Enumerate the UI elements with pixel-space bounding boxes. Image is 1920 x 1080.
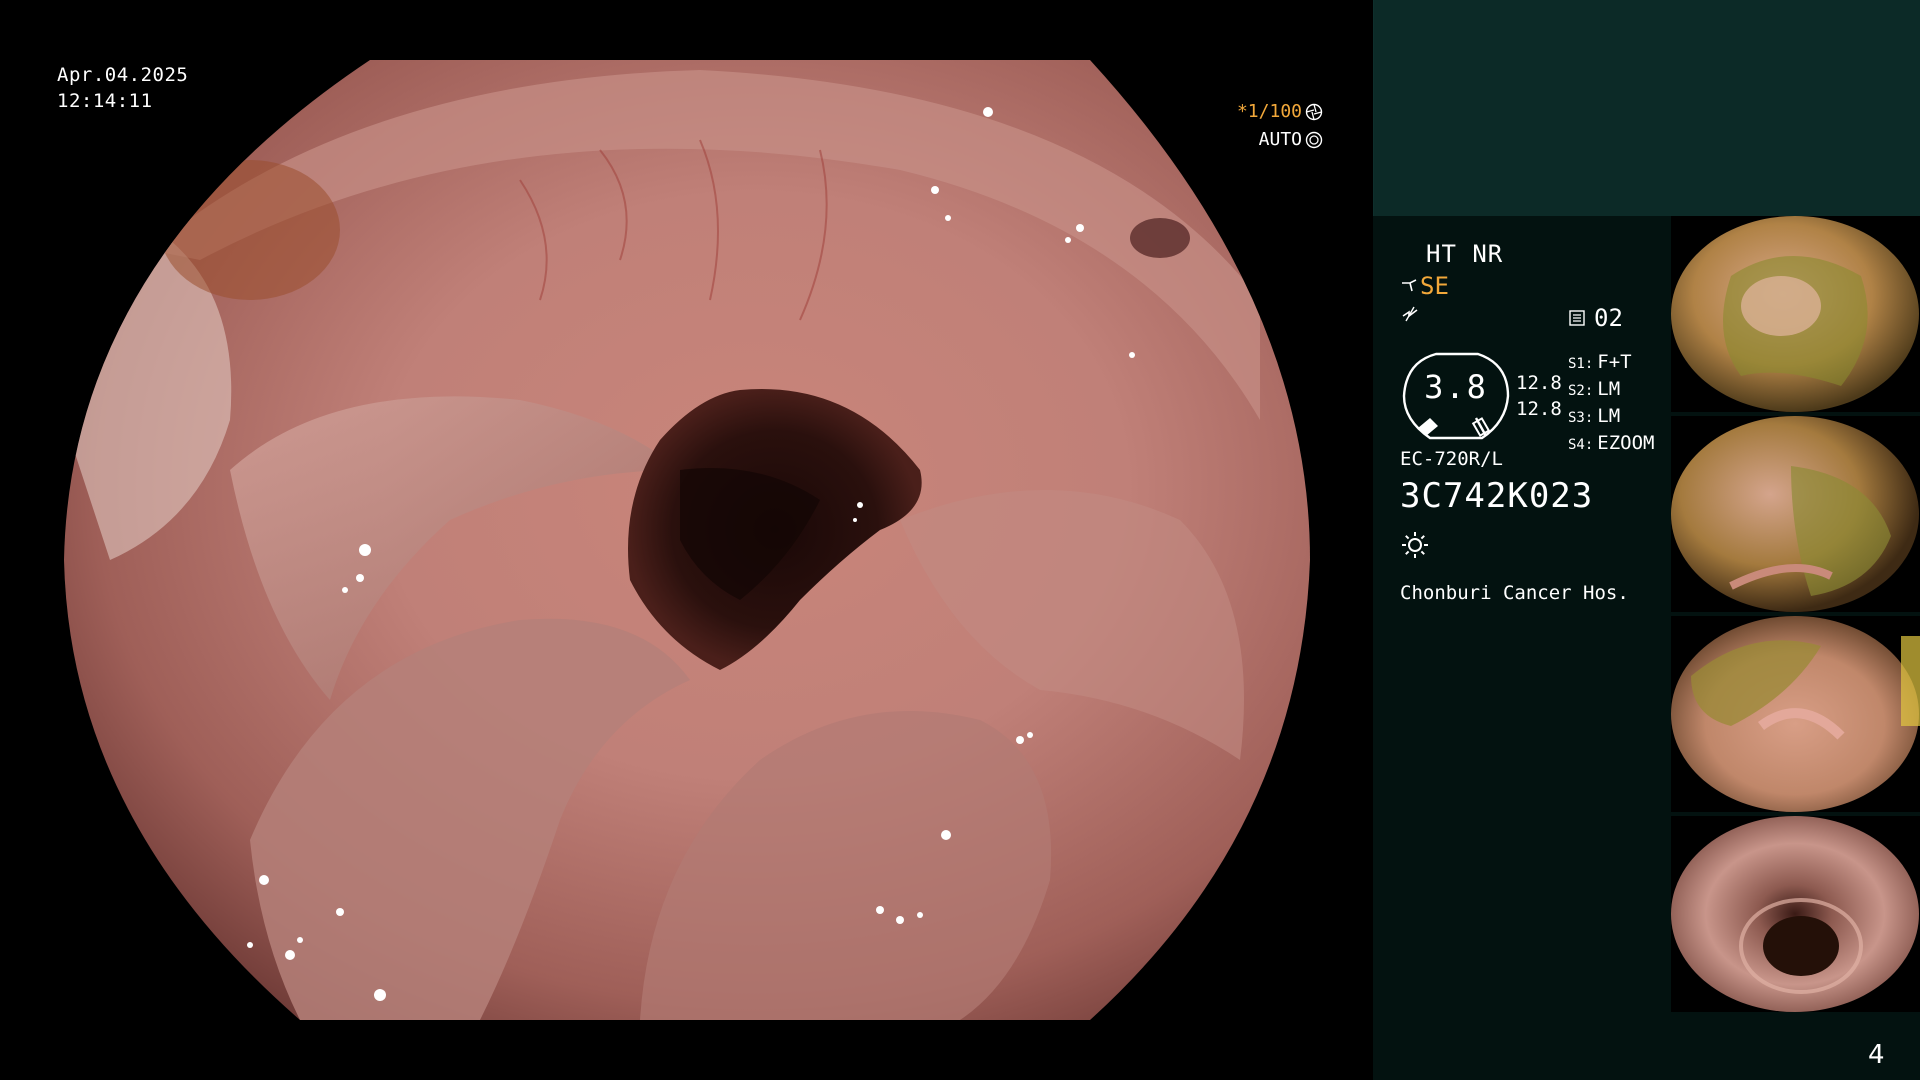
se-text: SE — [1420, 272, 1449, 300]
s-setting-3: S3: LM — [1568, 405, 1621, 427]
timestamp: Apr.04.2025 12:14:11 — [57, 62, 188, 114]
endoscope-view: Apr.04.2025 12:14:11 *1/100 AUTO — [0, 0, 1373, 1080]
hospital-name: Chonburi Cancer Hos. — [1400, 582, 1629, 604]
magnification-gauge: 3.8 — [1400, 350, 1512, 442]
mode-text: AUTO — [1258, 129, 1302, 150]
date-text: Apr.04.2025 — [57, 64, 189, 86]
s-setting-2: S2: LM — [1568, 378, 1621, 400]
scope-serial: 3C742K023 — [1400, 476, 1594, 516]
s-settings-list: S1: F+T S2: LM S3: LM S4: EZOOM — [1568, 350, 1655, 458]
shutter-icon — [1305, 103, 1323, 121]
scope-model: EC-720R/L — [1400, 448, 1503, 470]
scope-icon — [1400, 277, 1418, 295]
side-value-1: 12.8 — [1516, 372, 1562, 394]
auto-iris-icon — [1305, 131, 1323, 149]
ht-nr-label: HT NR — [1426, 240, 1504, 268]
se-indicator: SE — [1400, 272, 1449, 300]
channel-icon — [1568, 309, 1586, 327]
thumbnail-2[interactable] — [1671, 416, 1920, 612]
gauge-value: 3.8 — [1424, 368, 1488, 406]
thumbnail-1[interactable] — [1671, 216, 1920, 412]
time-text: 12:14:11 — [57, 90, 153, 112]
channel-indicator: 02 — [1568, 304, 1623, 332]
side-value-2: 12.8 — [1516, 398, 1562, 420]
shutter-text: *1/100 — [1236, 101, 1302, 122]
thumbnail-3[interactable] — [1671, 616, 1920, 812]
s-setting-1: S1: F+T — [1568, 351, 1632, 373]
light-icon — [1400, 530, 1430, 560]
side-values: 12.8 12.8 — [1516, 370, 1562, 422]
page-number: 4 — [1868, 1040, 1885, 1070]
s-setting-4: S4: EZOOM — [1568, 432, 1655, 454]
noise-reduction-icon — [1400, 304, 1420, 330]
endoscopic-image — [64, 60, 1310, 1020]
panel-header-block — [1373, 0, 1920, 216]
thumbnail-4[interactable] — [1671, 816, 1920, 1012]
exposure-status: *1/100 AUTO — [1237, 98, 1323, 154]
channel-text: 02 — [1594, 304, 1623, 332]
